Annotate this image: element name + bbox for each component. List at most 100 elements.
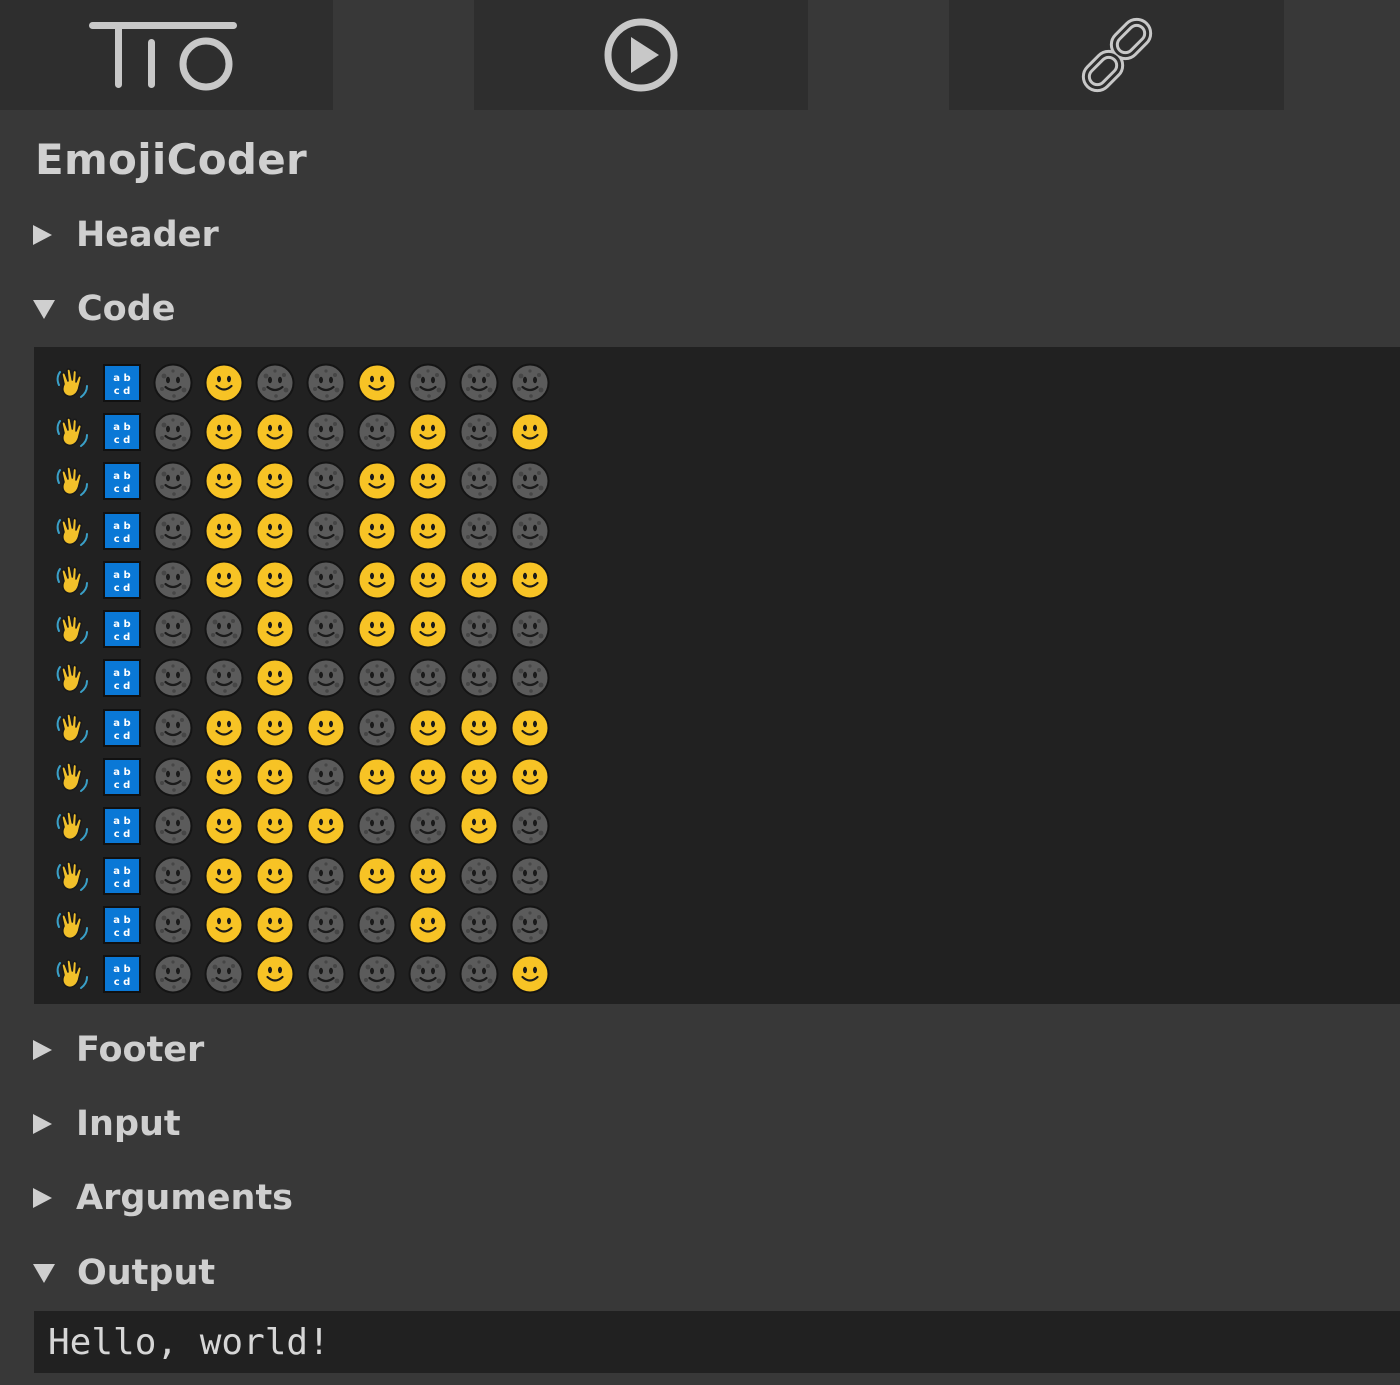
dark-moon-face-icon (357, 407, 408, 456)
dark-moon-face-icon (306, 506, 357, 555)
dark-moon-face-icon (153, 506, 204, 555)
svg-text:a b: a b (113, 915, 130, 926)
output-box[interactable]: Hello, world! (34, 1311, 1400, 1373)
svg-text:c d: c d (114, 534, 131, 545)
dark-moon-face-icon (306, 900, 357, 949)
toolbar (0, 0, 1400, 110)
svg-text:a b: a b (113, 767, 130, 778)
yellow-smiley-face-icon (459, 753, 510, 802)
waving-hand-icon (51, 407, 102, 456)
waving-hand-icon (51, 753, 102, 802)
waving-hand-icon (51, 358, 102, 407)
yellow-smiley-face-icon (255, 605, 306, 654)
dark-moon-face-icon (204, 654, 255, 703)
abcd-input-symbol-icon: a b c d (102, 555, 153, 604)
dark-moon-face-icon (459, 605, 510, 654)
tio-logo-button[interactable] (0, 0, 333, 110)
yellow-smiley-face-icon (204, 358, 255, 407)
yellow-smiley-face-icon (255, 457, 306, 506)
svg-text:c d: c d (114, 484, 131, 495)
collapsed-arrow-icon (33, 1114, 52, 1134)
permalink-button[interactable] (949, 0, 1284, 110)
yellow-smiley-face-icon (204, 753, 255, 802)
dark-moon-face-icon (153, 753, 204, 802)
section-header-toggle[interactable]: Header (33, 210, 219, 260)
dark-moon-face-icon (357, 654, 408, 703)
code-line: a b c d (51, 457, 561, 506)
yellow-smiley-face-icon (357, 506, 408, 555)
yellow-smiley-face-icon (204, 555, 255, 604)
waving-hand-icon (51, 802, 102, 851)
waving-hand-icon (51, 605, 102, 654)
svg-text:a b: a b (113, 866, 130, 877)
abcd-input-symbol-icon: a b c d (102, 703, 153, 752)
svg-text:a b: a b (113, 570, 130, 581)
svg-text:c d: c d (114, 928, 131, 939)
dark-moon-face-icon (459, 654, 510, 703)
yellow-smiley-face-icon (204, 407, 255, 456)
yellow-smiley-face-icon (255, 802, 306, 851)
svg-text:a b: a b (113, 964, 130, 975)
dark-moon-face-icon (459, 851, 510, 900)
dark-moon-face-icon (153, 605, 204, 654)
dark-moon-face-icon (510, 851, 561, 900)
yellow-smiley-face-icon (408, 900, 459, 949)
code-content[interactable]: a b c d a b c d a b c d a b c d a b c d a b c d a b c… (51, 358, 561, 999)
waving-hand-icon (51, 555, 102, 604)
yellow-smiley-face-icon (408, 753, 459, 802)
collapsed-arrow-icon (33, 225, 52, 245)
yellow-smiley-face-icon (255, 753, 306, 802)
yellow-smiley-face-icon (306, 802, 357, 851)
collapsed-arrow-icon (33, 1188, 52, 1208)
yellow-smiley-face-icon (357, 358, 408, 407)
code-line: a b c d (51, 506, 561, 555)
yellow-smiley-face-icon (204, 851, 255, 900)
section-input-toggle[interactable]: Input (33, 1099, 181, 1149)
svg-text:a b: a b (113, 521, 130, 532)
collapsed-arrow-icon (33, 1040, 52, 1060)
dark-moon-face-icon (153, 851, 204, 900)
code-line: a b c d (51, 703, 561, 752)
yellow-smiley-face-icon (204, 457, 255, 506)
svg-text:c d: c d (114, 780, 131, 791)
dark-moon-face-icon (459, 506, 510, 555)
dark-moon-face-icon (408, 654, 459, 703)
dark-moon-face-icon (357, 900, 408, 949)
section-code-toggle[interactable]: Code (33, 284, 176, 334)
yellow-smiley-face-icon (306, 703, 357, 752)
dark-moon-face-icon (459, 457, 510, 506)
section-output-toggle[interactable]: Output (33, 1248, 215, 1298)
tio-logo (88, 22, 237, 91)
waving-hand-icon (51, 851, 102, 900)
section-footer-toggle[interactable]: Footer (33, 1025, 204, 1075)
dark-moon-face-icon (510, 802, 561, 851)
run-button[interactable] (474, 0, 808, 110)
code-line: a b c d (51, 604, 561, 653)
abcd-input-symbol-icon: a b c d (102, 802, 153, 851)
dark-moon-face-icon (153, 703, 204, 752)
section-label: Code (77, 289, 176, 329)
yellow-smiley-face-icon (408, 407, 459, 456)
yellow-smiley-face-icon (459, 555, 510, 604)
abcd-input-symbol-icon: a b c d (102, 605, 153, 654)
dark-moon-face-icon (153, 358, 204, 407)
waving-hand-icon (51, 654, 102, 703)
dark-moon-face-icon (306, 407, 357, 456)
dark-moon-face-icon (306, 358, 357, 407)
yellow-smiley-face-icon (408, 851, 459, 900)
expanded-arrow-icon (33, 1263, 55, 1283)
yellow-smiley-face-icon (204, 703, 255, 752)
yellow-smiley-face-icon (255, 506, 306, 555)
dark-moon-face-icon (459, 900, 510, 949)
section-label: Header (76, 215, 219, 255)
svg-text:a b: a b (113, 718, 130, 729)
svg-text:c d: c d (114, 583, 131, 594)
yellow-smiley-face-icon (255, 851, 306, 900)
section-label: Arguments (76, 1178, 294, 1218)
svg-text:a b: a b (113, 816, 130, 827)
yellow-smiley-face-icon (408, 555, 459, 604)
dark-moon-face-icon (459, 407, 510, 456)
yellow-smiley-face-icon (204, 900, 255, 949)
abcd-input-symbol-icon: a b c d (102, 506, 153, 555)
section-arguments-toggle[interactable]: Arguments (33, 1173, 293, 1223)
